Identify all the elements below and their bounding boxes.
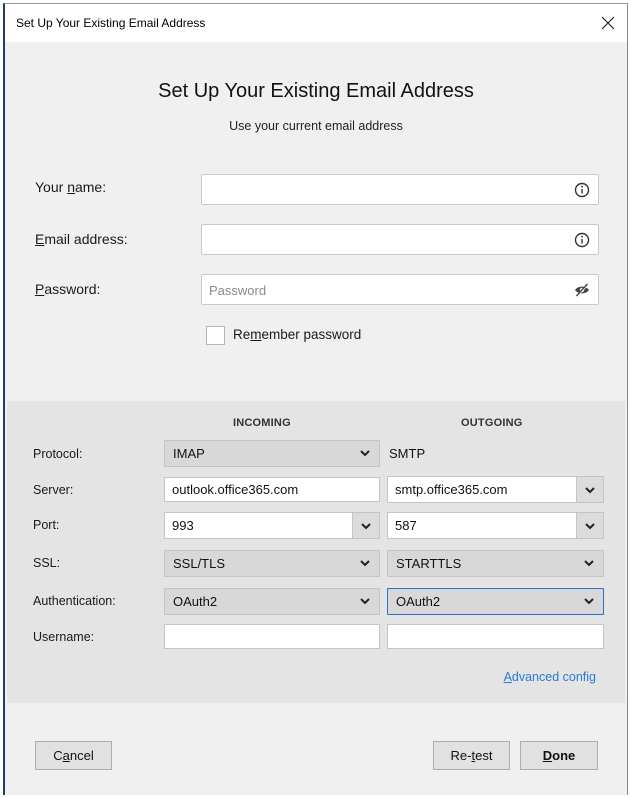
label-text: mail address: bbox=[44, 231, 128, 247]
outgoing-header: OUTGOING bbox=[461, 417, 523, 429]
dialog-window: Set Up Your Existing Email Address Set U… bbox=[3, 3, 628, 795]
label-text: ember password bbox=[261, 327, 362, 342]
email-label: Email address: bbox=[35, 231, 128, 247]
page-title: Set Up Your Existing Email Address bbox=[158, 80, 474, 102]
label-text: Your bbox=[35, 179, 68, 195]
input-value: outlook.office365.com bbox=[172, 482, 299, 497]
username-label: Username: bbox=[33, 630, 95, 644]
access-key: P bbox=[35, 281, 45, 297]
label-text: Re bbox=[233, 327, 251, 342]
email-input[interactable] bbox=[201, 224, 599, 255]
incoming-username-input[interactable] bbox=[164, 624, 380, 649]
label-text: one bbox=[552, 748, 576, 763]
access-key: n bbox=[67, 179, 75, 195]
incoming-auth-select[interactable]: OAuth2 bbox=[164, 588, 380, 615]
label-text: ncel bbox=[69, 748, 94, 763]
chevron-down-icon bbox=[361, 522, 371, 529]
chevron-down-icon bbox=[360, 598, 370, 605]
input-value: 587 bbox=[395, 518, 417, 533]
label-text: Re- bbox=[450, 748, 472, 763]
link-text: dvanced config bbox=[511, 670, 596, 684]
info-icon[interactable] bbox=[573, 181, 591, 199]
label-text: ame: bbox=[74, 179, 107, 195]
dropdown-button[interactable] bbox=[352, 513, 379, 538]
remember-password-label[interactable]: Remember password bbox=[233, 327, 361, 342]
selected-value: STARTTLS bbox=[396, 556, 462, 571]
name-input[interactable] bbox=[201, 174, 599, 205]
dropdown-button[interactable] bbox=[576, 513, 603, 538]
password-input[interactable]: Password bbox=[201, 274, 599, 305]
access-key: E bbox=[35, 231, 45, 247]
selected-value: IMAP bbox=[173, 446, 205, 461]
access-key: A bbox=[503, 670, 512, 684]
window-title: Set Up Your Existing Email Address bbox=[16, 16, 206, 30]
page-subtitle: Use your current email address bbox=[229, 119, 403, 133]
password-label: Password: bbox=[35, 281, 100, 297]
incoming-server-input[interactable]: outlook.office365.com bbox=[164, 477, 380, 502]
outgoing-port-combo[interactable]: 587 bbox=[387, 512, 604, 539]
chevron-down-icon bbox=[585, 522, 595, 529]
label-text: assword: bbox=[44, 281, 101, 297]
access-key: a bbox=[62, 748, 70, 763]
input-value: smtp.office365.com bbox=[395, 482, 508, 497]
chevron-down-icon bbox=[584, 560, 594, 567]
info-icon[interactable] bbox=[573, 231, 591, 249]
retest-button[interactable]: Re-t est bbox=[433, 741, 510, 770]
outgoing-server-combo[interactable]: smtp.office365.com bbox=[387, 476, 604, 503]
chevron-down-icon bbox=[585, 486, 595, 493]
outgoing-protocol-value: SMTP bbox=[389, 446, 426, 461]
selected-value: SSL/TLS bbox=[173, 556, 226, 571]
ssl-label: SSL: bbox=[33, 556, 61, 570]
incoming-port-combo[interactable]: 993 bbox=[164, 512, 380, 539]
dropdown-button[interactable] bbox=[576, 477, 603, 502]
advanced-config-link[interactable]: Advanced config bbox=[504, 670, 596, 684]
label-text: C bbox=[53, 748, 63, 763]
selected-value: OAuth2 bbox=[396, 594, 441, 609]
server-label: Server: bbox=[33, 483, 74, 497]
outgoing-auth-select[interactable]: OAuth2 bbox=[387, 588, 604, 615]
outgoing-ssl-select[interactable]: STARTTLS bbox=[387, 550, 604, 577]
server-settings-section: INCOMING OUTGOING Protocol: IMAP SMTP Se… bbox=[7, 401, 625, 703]
close-x-icon bbox=[601, 16, 615, 30]
chevron-down-icon bbox=[584, 598, 594, 605]
password-placeholder: Password bbox=[209, 283, 267, 298]
protocol-label: Protocol: bbox=[33, 447, 83, 461]
incoming-ssl-select[interactable]: SSL/TLS bbox=[164, 550, 380, 577]
incoming-protocol-select[interactable]: IMAP bbox=[164, 440, 380, 467]
name-label: Your name: bbox=[35, 179, 106, 195]
chevron-down-icon bbox=[360, 560, 370, 567]
done-button[interactable]: Done bbox=[520, 741, 598, 770]
title-bar: Set Up Your Existing Email Address bbox=[5, 4, 627, 42]
port-label: Port: bbox=[33, 518, 60, 532]
eye-slash-icon[interactable] bbox=[573, 281, 591, 299]
access-key: D bbox=[542, 748, 553, 763]
authentication-label: Authentication: bbox=[33, 594, 116, 608]
selected-value: OAuth2 bbox=[173, 594, 218, 609]
close-button[interactable] bbox=[595, 10, 621, 36]
remember-password-checkbox[interactable] bbox=[206, 326, 225, 345]
input-value: 993 bbox=[172, 518, 194, 533]
incoming-header: INCOMING bbox=[233, 417, 291, 429]
label-text: est bbox=[475, 748, 493, 763]
chevron-down-icon bbox=[360, 450, 370, 457]
outgoing-username-input[interactable] bbox=[387, 624, 604, 649]
cancel-button[interactable]: Ca ncel bbox=[35, 741, 112, 770]
access-key: m bbox=[250, 327, 262, 342]
